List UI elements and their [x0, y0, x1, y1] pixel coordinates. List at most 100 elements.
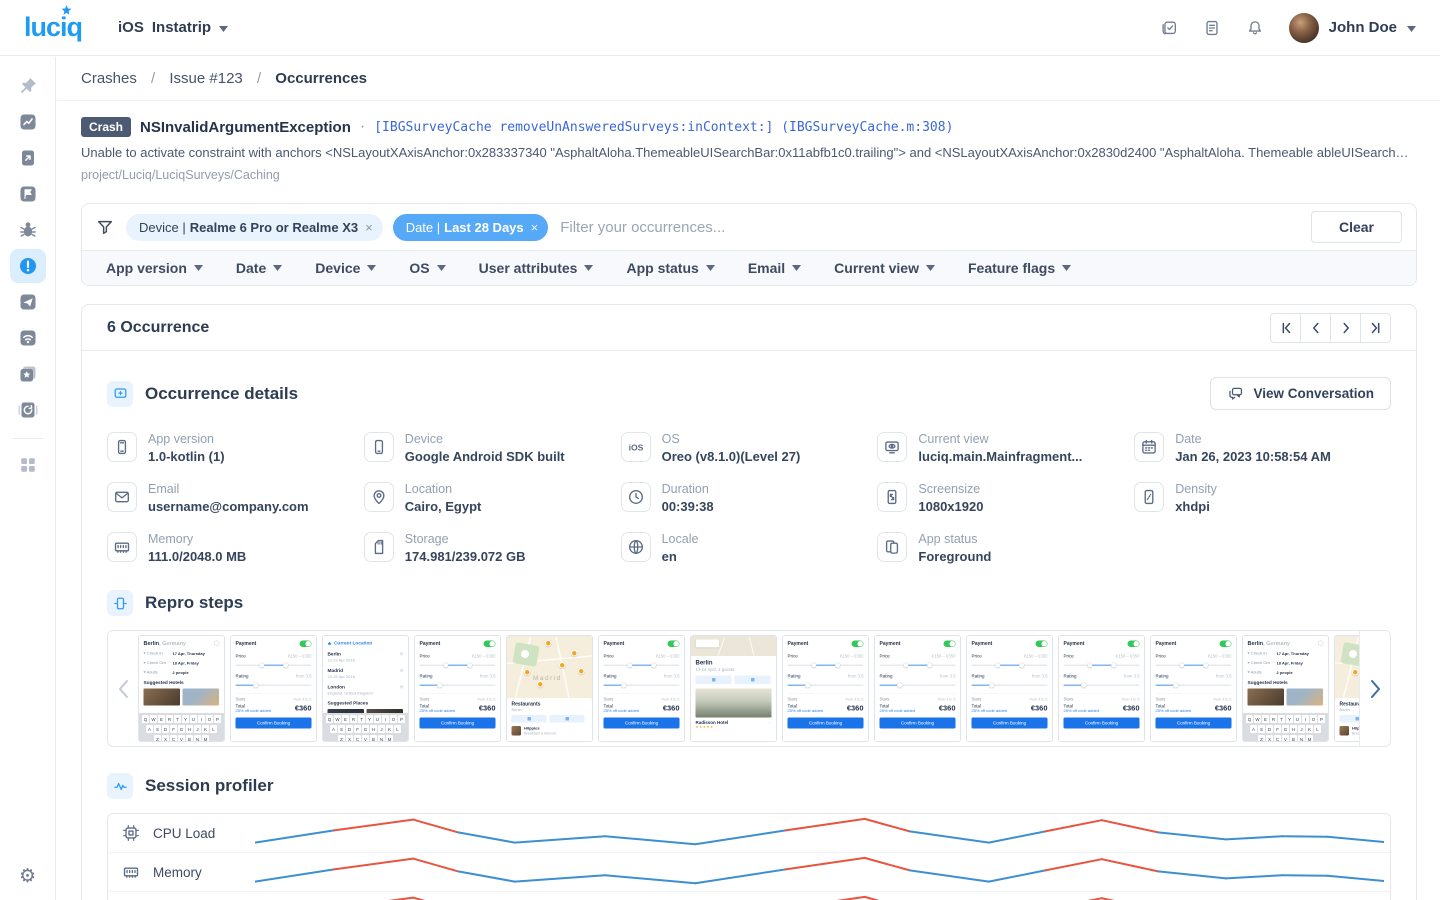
carousel-next-icon[interactable] — [1359, 631, 1390, 746]
pin-icon — [18, 76, 38, 96]
trends-icon — [18, 112, 38, 132]
detail-item-email: Email username@company.com — [107, 482, 364, 514]
repro-step-thumbnail-payment[interactable]: Payment Price€150 – €350 Ratingfrom 3.5 … — [230, 635, 317, 742]
detail-label: Current view — [918, 432, 1082, 446]
repro-step-thumbnail-search[interactable]: Berlin, Germany ⌖ Check In17 Apr, Thursd… — [138, 635, 225, 742]
crash-file-path: project/Luciq/LuciqSurveys/Caching — [81, 168, 1416, 182]
tasks-icon[interactable] — [1160, 19, 1178, 37]
user-menu[interactable]: John Doe — [1289, 13, 1416, 43]
app-selector[interactable]: iOS Instatrip — [118, 19, 228, 36]
os-icon: iOS — [621, 432, 651, 462]
chip-close-icon[interactable]: × — [365, 221, 373, 234]
mini-keyboard: QWERTYUIOPASDFGHJKLZXCVBNM — [139, 713, 224, 741]
sidebar-item-send[interactable] — [10, 285, 46, 319]
toggle-on — [1220, 641, 1232, 648]
release-icon — [18, 148, 38, 168]
crash-summary: Crash NSInvalidArgumentException · [IBGS… — [57, 101, 1440, 182]
sidebar-item-flag[interactable] — [10, 177, 46, 211]
repro-step-thumbnail-payment[interactable]: Payment Price€150 – €350 Ratingfrom 3.5 … — [1058, 635, 1145, 742]
location-icon — [364, 482, 394, 512]
filter-dropdown-app-status[interactable]: App status — [626, 260, 714, 276]
breadcrumb-separator: / — [151, 70, 155, 87]
last-page-button[interactable] — [1360, 313, 1391, 343]
app-version-icon — [107, 432, 137, 462]
profiler-row-memory: Memory — [108, 853, 1390, 892]
filter-dropdown-device[interactable]: Device — [315, 260, 376, 276]
filter-card: Device |Realme 6 Pro or Realme X3× Date |… — [81, 203, 1417, 286]
logo-text: luciq — [24, 12, 82, 42]
repro-step-thumbnail-search[interactable]: Berlin, Germany ⌖ Check In17 Apr, Thursd… — [1242, 635, 1329, 742]
occurrences-card: 6 Occurrence Occurrence details View Con… — [81, 304, 1417, 900]
sidebar-item-apps[interactable] — [10, 448, 46, 482]
filter-dropdown-user-attributes[interactable]: User attributes — [479, 260, 594, 276]
detail-item-os: iOS OS Oreo (v8.1.0)(Level 27) — [621, 432, 878, 464]
sidebar-item-trends[interactable] — [10, 105, 46, 139]
filter-dropdown-email[interactable]: Email — [748, 260, 801, 276]
repro-step-thumbnail-map[interactable]: Madrid Restaurants Berlin HilppiesBreakf… — [506, 635, 593, 742]
occurrence-filter-input[interactable] — [558, 218, 1301, 237]
next-page-button[interactable] — [1330, 313, 1361, 343]
filter-dropdown-app-version[interactable]: App version — [106, 260, 203, 276]
occurrence-details-header: Occurrence details View Conversation — [107, 377, 1391, 410]
toggle-on — [944, 641, 956, 648]
dropdown-label: Email — [748, 260, 785, 276]
sidebar-item-network[interactable] — [10, 321, 46, 355]
filter-dropdown-current-view[interactable]: Current view — [834, 260, 935, 276]
repro-step-thumbnail-hotel[interactable]: Berlin 13-14 April, 2 guests Radisson Ho… — [690, 635, 777, 742]
dropdown-label: Feature flags — [968, 260, 1055, 276]
breadcrumb-issue[interactable]: Issue #123 — [169, 70, 242, 87]
dropdown-label: Current view — [834, 260, 919, 276]
filter-dropdown-feature-flags[interactable]: Feature flags — [968, 260, 1071, 276]
logo-star-icon — [60, 5, 73, 18]
profiler-label: Memory — [153, 865, 255, 880]
toggle-on — [300, 641, 312, 648]
filter-chip-device[interactable]: Device |Realme 6 Pro or Realme X3× — [126, 214, 383, 241]
filter-dropdown-os[interactable]: OS — [409, 260, 445, 276]
repro-step-thumbnail-payment[interactable]: Payment Price€150 – €350 Ratingfrom 3.5 … — [874, 635, 961, 742]
profiler-row-storage: Storage — [108, 892, 1390, 900]
mini-keyboard: QWERTYUIOPASDFGHJKLZXCVBNM — [323, 713, 408, 741]
app-window: luciq iOS Instatrip John Doe ⚙ Crashes /… — [0, 0, 1440, 900]
repro-step-thumbnail-payment[interactable]: Payment Price€150 – €350 Ratingfrom 3.5 … — [414, 635, 501, 742]
bell-icon[interactable] — [1246, 19, 1264, 37]
detail-value: 111.0/2048.0 MB — [148, 549, 246, 564]
topbar-actions: John Doe — [1160, 13, 1416, 43]
report-icon[interactable] — [1203, 19, 1221, 37]
detail-item-location: Location Cairo, Egypt — [364, 482, 621, 514]
sidebar-item-bug[interactable] — [10, 213, 46, 247]
toggle-on — [484, 641, 496, 648]
filter-dropdown-date[interactable]: Date — [236, 260, 282, 276]
breadcrumb-separator: / — [257, 70, 261, 87]
repro-step-thumbnail-payment[interactable]: Payment Price€150 – €350 Ratingfrom 3.5 … — [782, 635, 869, 742]
detail-item-date: Date Jan 26, 2023 10:58:54 AM — [1134, 432, 1391, 464]
detail-value: 00:39:38 — [662, 499, 714, 514]
repro-step-thumbnail-location[interactable]: Current Location Berlin12-23 Apr 2018⟳Ma… — [322, 635, 409, 742]
chevron-down-icon — [437, 265, 446, 271]
sidebar-item-featured[interactable] — [10, 357, 46, 391]
filter-chips: Device |Realme 6 Pro or Realme X3× Date |… — [126, 214, 548, 241]
detail-value: 1080x1920 — [918, 499, 983, 514]
detail-value: luciq.main.Mainfragment... — [918, 449, 1082, 464]
network-icon — [18, 328, 38, 348]
occurrence-body: Occurrence details View Conversation App… — [82, 377, 1416, 900]
detail-label: Email — [148, 482, 309, 496]
density-icon — [1134, 482, 1164, 512]
sidebar-item-crash-active[interactable] — [10, 249, 46, 283]
breadcrumb-crashes[interactable]: Crashes — [81, 70, 137, 87]
repro-step-thumbnail-payment[interactable]: Payment Price€150 – €350 Ratingfrom 3.5 … — [966, 635, 1053, 742]
view-conversation-button[interactable]: View Conversation — [1210, 377, 1391, 410]
dropdown-label: Date — [236, 260, 266, 276]
first-page-button[interactable] — [1270, 313, 1301, 343]
filter-chip-date[interactable]: Date |Last 28 Days× — [393, 214, 549, 241]
sidebar-item-pin[interactable] — [10, 69, 46, 103]
repro-step-thumbnail-payment[interactable]: Payment Price€150 – €350 Ratingfrom 3.5 … — [1150, 635, 1237, 742]
repro-step-thumbnail-payment[interactable]: Payment Price€150 – €350 Ratingfrom 3.5 … — [598, 635, 685, 742]
settings-gear-icon[interactable]: ⚙ — [19, 865, 36, 888]
sidebar-item-release[interactable] — [10, 141, 46, 175]
clear-filters-button[interactable]: Clear — [1311, 211, 1402, 243]
previous-page-button[interactable] — [1300, 313, 1331, 343]
luciq-logo[interactable]: luciq — [24, 12, 88, 43]
carousel-prev-icon[interactable] — [108, 679, 138, 699]
chip-close-icon[interactable]: × — [531, 221, 539, 234]
sidebar-item-replay[interactable] — [10, 393, 46, 427]
